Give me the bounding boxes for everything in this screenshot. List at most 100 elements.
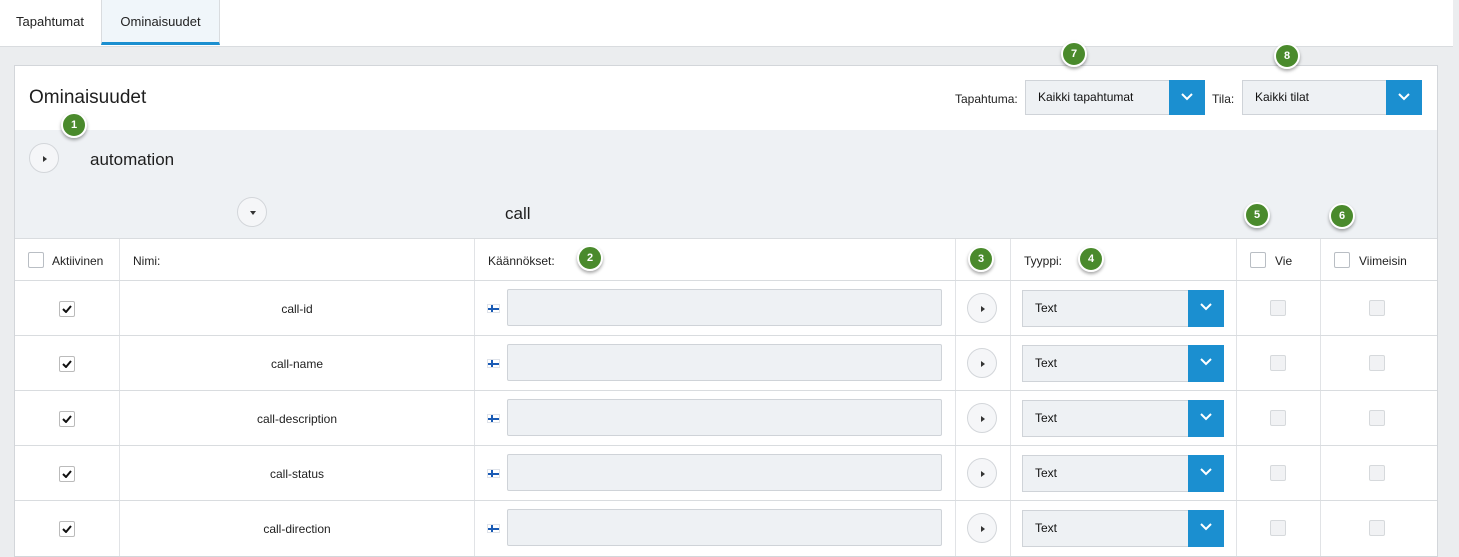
table-row: call-id Text [15, 280, 1437, 336]
finland-flag-icon [487, 524, 500, 533]
property-name: call-direction [263, 522, 331, 536]
type-value: Text [1035, 356, 1058, 370]
expand-translations-button[interactable] [967, 513, 997, 543]
type-select[interactable]: Text [1022, 400, 1224, 437]
type-select[interactable]: Text [1022, 510, 1224, 547]
expand-automation-button[interactable] [29, 143, 59, 173]
chevron-down-icon[interactable] [1188, 400, 1224, 437]
checkmark-icon [62, 470, 72, 478]
export-checkbox[interactable] [1270, 410, 1286, 426]
chevron-down-icon[interactable] [1386, 80, 1422, 115]
active-checkbox[interactable] [59, 521, 75, 537]
type-value: Text [1035, 521, 1058, 535]
header-translations: Käännökset: [488, 254, 555, 268]
expand-translations-button[interactable] [967, 403, 997, 433]
active-checkbox[interactable] [59, 466, 75, 482]
chevron-down-icon[interactable] [1188, 455, 1224, 492]
translation-input[interactable] [507, 509, 942, 546]
latest-all-checkbox[interactable] [1334, 252, 1350, 268]
finland-flag-icon [487, 304, 500, 313]
translation-input[interactable] [507, 344, 942, 381]
table-row: call-direction Text [15, 500, 1437, 556]
finland-flag-icon [487, 469, 500, 478]
type-select[interactable]: Text [1022, 290, 1224, 327]
chevron-down-icon[interactable] [1188, 510, 1224, 547]
translation-input[interactable] [507, 289, 942, 326]
checkmark-icon [62, 525, 72, 533]
tab-ominaisuudet[interactable]: Ominaisuudet [101, 0, 220, 45]
expand-translations-button[interactable] [967, 293, 997, 323]
chevron-down-icon[interactable] [1188, 290, 1224, 327]
finland-flag-icon [487, 359, 500, 368]
table-row: call-name Text [15, 335, 1437, 391]
export-all-checkbox[interactable] [1250, 252, 1266, 268]
export-checkbox[interactable] [1270, 355, 1286, 371]
type-select[interactable]: Text [1022, 455, 1224, 492]
active-checkbox[interactable] [59, 356, 75, 372]
export-checkbox[interactable] [1270, 520, 1286, 536]
tab-bar: Tapahtumat Ominaisuudet [0, 0, 1453, 47]
annotation-badge-3: 3 [968, 246, 994, 272]
property-name: call-description [256, 412, 338, 426]
property-name: call-status [269, 467, 325, 481]
property-name: call-name [270, 357, 324, 371]
event-filter-label: Tapahtuma: [955, 92, 1018, 106]
annotation-badge-1: 1 [61, 112, 87, 138]
caret-right-icon [981, 471, 985, 477]
state-filter-select[interactable]: Kaikki tilat [1242, 80, 1422, 115]
type-select[interactable]: Text [1022, 345, 1224, 382]
active-checkbox[interactable] [59, 301, 75, 317]
translation-input[interactable] [507, 399, 942, 436]
export-checkbox[interactable] [1270, 465, 1286, 481]
finland-flag-icon [487, 414, 500, 423]
property-name: call-id [281, 302, 313, 316]
latest-checkbox[interactable] [1369, 355, 1385, 371]
type-value: Text [1035, 301, 1058, 315]
table-row: call-status Text [15, 445, 1437, 501]
header-name: Nimi: [133, 254, 161, 268]
type-value: Text [1035, 411, 1058, 425]
latest-checkbox[interactable] [1369, 465, 1385, 481]
state-filter-value: Kaikki tilat [1255, 90, 1310, 104]
select-all-checkbox[interactable] [28, 252, 44, 268]
group-automation-label: automation [90, 150, 175, 169]
caret-right-icon [981, 416, 985, 422]
header-type: Tyyppi: [1024, 254, 1063, 268]
latest-checkbox[interactable] [1369, 410, 1385, 426]
latest-checkbox[interactable] [1369, 300, 1385, 316]
collapse-call-button[interactable] [237, 197, 267, 227]
expand-translations-button[interactable] [967, 458, 997, 488]
table-header: Aktiivinen Nimi: Käännökset: Tyyppi: Vie… [15, 238, 1437, 281]
type-value: Text [1035, 466, 1058, 480]
event-filter-value: Kaikki tapahtumat [1038, 90, 1134, 104]
page-title: Ominaisuudet [29, 87, 147, 108]
caret-right-icon [43, 156, 47, 162]
annotation-badge-4: 4 [1078, 246, 1104, 272]
state-filter-label: Tila: [1212, 92, 1235, 106]
checkmark-icon [62, 305, 72, 313]
event-filter-select[interactable]: Kaikki tapahtumat [1025, 80, 1205, 115]
checkmark-icon [62, 415, 72, 423]
checkmark-icon [62, 360, 72, 368]
translation-input[interactable] [507, 454, 942, 491]
latest-checkbox[interactable] [1369, 520, 1385, 536]
caret-right-icon [981, 361, 985, 367]
table-row: call-description Text [15, 390, 1437, 446]
export-checkbox[interactable] [1270, 300, 1286, 316]
group-call-label: call [505, 204, 531, 223]
caret-right-icon [981, 306, 985, 312]
annotation-badge-2: 2 [577, 245, 603, 271]
annotation-badge-8: 8 [1274, 43, 1300, 69]
active-checkbox[interactable] [59, 411, 75, 427]
expand-translations-button[interactable] [967, 348, 997, 378]
header-latest: Viimeisin [1359, 254, 1407, 268]
caret-right-icon [981, 526, 985, 532]
chevron-down-icon[interactable] [1188, 345, 1224, 382]
chevron-down-icon[interactable] [1169, 80, 1205, 115]
tab-tapahtumat[interactable]: Tapahtumat [0, 0, 100, 44]
annotation-badge-7: 7 [1061, 41, 1087, 67]
group-area: automation call [15, 130, 1437, 238]
annotation-badge-5: 5 [1244, 202, 1270, 228]
header-export: Vie [1275, 254, 1293, 268]
caret-down-icon [250, 211, 256, 215]
